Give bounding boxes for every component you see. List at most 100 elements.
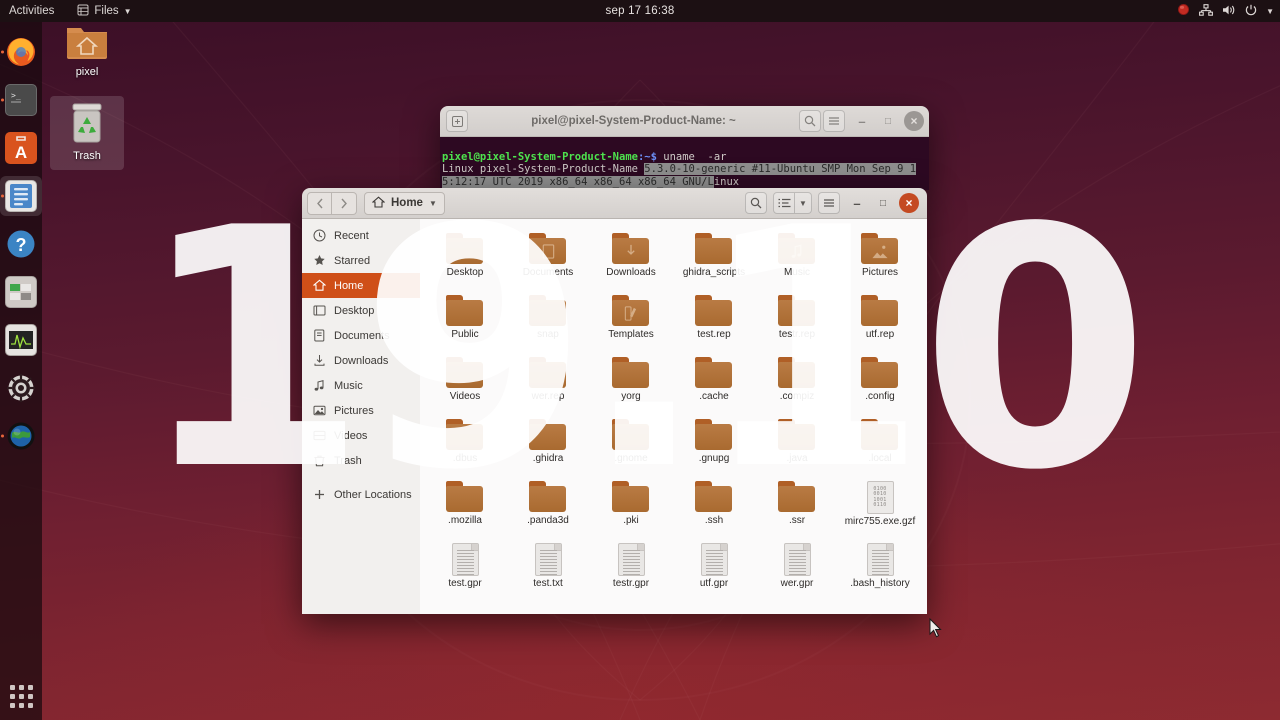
recording-indicator-icon[interactable] xyxy=(1177,3,1190,19)
dock-item-firefox[interactable] xyxy=(0,32,42,72)
sidebar-item-downloads[interactable]: Downloads xyxy=(302,348,420,373)
file-item[interactable]: ghidra_scripts xyxy=(673,229,755,291)
terminal-titlebar[interactable]: pixel@pixel-System-Product-Name: ~ – □ × xyxy=(440,106,929,137)
file-item[interactable]: .ssr xyxy=(756,477,838,539)
file-item[interactable]: utf.rep xyxy=(839,291,921,353)
file-item[interactable]: test.rep xyxy=(673,291,755,353)
sidebar-item-videos[interactable]: Videos xyxy=(302,423,420,448)
globe-icon xyxy=(5,420,37,452)
dock-item-software-updater[interactable] xyxy=(0,272,42,312)
close-button[interactable]: × xyxy=(904,111,924,131)
desktop-icon-trash[interactable]: Trash xyxy=(50,96,124,170)
file-item[interactable]: testr.rep xyxy=(756,291,838,353)
file-item[interactable]: Templates xyxy=(590,291,672,353)
terminal-title: pixel@pixel-System-Product-Name: ~ xyxy=(531,115,736,127)
close-button[interactable]: × xyxy=(899,193,919,213)
volume-icon[interactable] xyxy=(1222,4,1236,19)
network-icon[interactable] xyxy=(1199,3,1214,19)
file-item[interactable]: .gnupg xyxy=(673,415,755,477)
apps-grid-icon xyxy=(9,684,33,708)
file-item[interactable]: 0100 0010 1001 0110 mirc755.exe.gzf xyxy=(839,477,921,539)
file-item[interactable]: .mozilla xyxy=(424,477,506,539)
file-item[interactable]: .compiz xyxy=(756,353,838,415)
sidebar-item-home[interactable]: Home xyxy=(302,273,420,298)
back-button[interactable] xyxy=(307,191,332,215)
file-item[interactable]: .panda3d xyxy=(507,477,589,539)
file-item[interactable]: Public xyxy=(424,291,506,353)
file-item[interactable]: .bash_history xyxy=(839,539,921,601)
sidebar-item-starred[interactable]: Starred xyxy=(302,248,420,273)
svg-text:A: A xyxy=(15,143,27,162)
file-item[interactable]: yorg xyxy=(590,353,672,415)
file-item[interactable]: testr.gpr xyxy=(590,539,672,601)
file-item[interactable]: .ssh xyxy=(673,477,755,539)
file-item[interactable]: Pictures xyxy=(839,229,921,291)
file-item[interactable]: Downloads xyxy=(590,229,672,291)
status-indicators[interactable]: ▼ xyxy=(1177,3,1274,19)
dock-item-terminal[interactable]: >_ xyxy=(0,80,42,120)
minimize-button[interactable]: – xyxy=(852,111,872,131)
list-view-icon[interactable] xyxy=(773,192,795,214)
file-item[interactable]: test.gpr xyxy=(424,539,506,601)
file-label: Music xyxy=(783,267,811,278)
file-item[interactable]: wer.rep xyxy=(507,353,589,415)
file-item[interactable]: .config xyxy=(839,353,921,415)
sidebar-item-documents[interactable]: Documents xyxy=(302,323,420,348)
show-applications-button[interactable] xyxy=(0,672,42,720)
file-item[interactable]: snap xyxy=(507,291,589,353)
file-item[interactable]: .ghidra xyxy=(507,415,589,477)
view-dropdown-chevron-down-icon[interactable]: ▼ xyxy=(795,192,812,214)
files-titlebar[interactable]: Home ▼ ▼ – □ × xyxy=(302,188,927,219)
minimize-button[interactable]: – xyxy=(847,193,867,213)
path-bar-home[interactable]: Home ▼ xyxy=(364,191,445,215)
file-item[interactable]: Documents xyxy=(507,229,589,291)
sidebar-item-label: Videos xyxy=(334,429,368,442)
chevron-down-icon[interactable]: ▼ xyxy=(1266,7,1274,16)
file-item[interactable]: .gnome xyxy=(590,415,672,477)
file-item[interactable]: wer.gpr xyxy=(756,539,838,601)
dock-item-help[interactable]: ? xyxy=(0,224,42,264)
file-item[interactable]: Music xyxy=(756,229,838,291)
file-item[interactable]: .dbus xyxy=(424,415,506,477)
forward-button[interactable] xyxy=(332,191,357,215)
file-label: mirc755.exe.gzf xyxy=(844,516,916,527)
hamburger-menu-icon[interactable] xyxy=(823,110,845,132)
svg-text:>_: >_ xyxy=(11,91,21,100)
search-icon[interactable] xyxy=(745,192,767,214)
dock-item-ubuntu-software[interactable]: A xyxy=(0,128,42,168)
sidebar-item-trash[interactable]: Trash xyxy=(302,448,420,473)
dock-item-files[interactable] xyxy=(0,176,42,216)
file-item[interactable]: utf.gpr xyxy=(673,539,755,601)
sidebar-item-label: Starred xyxy=(334,254,371,267)
sidebar-item-pictures[interactable]: Pictures xyxy=(302,398,420,423)
file-item[interactable]: Videos xyxy=(424,353,506,415)
files-window[interactable]: Home ▼ ▼ – □ × Recent Starred Home Deskt… xyxy=(302,188,927,614)
file-item[interactable]: .local xyxy=(839,415,921,477)
file-item[interactable]: .pki xyxy=(590,477,672,539)
dock-item-settings[interactable] xyxy=(0,368,42,408)
maximize-button[interactable]: □ xyxy=(873,193,893,213)
sidebar-item-label: Documents xyxy=(334,329,390,342)
sidebar-item-recent[interactable]: Recent xyxy=(302,223,420,248)
file-item[interactable]: test.txt xyxy=(507,539,589,601)
sidebar-item-other-locations[interactable]: Other Locations xyxy=(302,482,420,507)
power-icon[interactable] xyxy=(1245,4,1257,19)
sidebar-item-desktop[interactable]: Desktop xyxy=(302,298,420,323)
search-icon[interactable] xyxy=(799,110,821,132)
navigation-buttons[interactable] xyxy=(307,191,357,215)
file-item[interactable]: .cache xyxy=(673,353,755,415)
file-list-area[interactable]: Desktop Documents Downloads ghidra_scripts M… xyxy=(420,219,927,614)
file-item[interactable]: .java xyxy=(756,415,838,477)
desktop-icon-pixel[interactable]: pixel xyxy=(50,24,124,78)
terminal-output[interactable]: pixel@pixel-System-Product-Name:~$ uname… xyxy=(440,137,929,190)
file-item[interactable]: Desktop xyxy=(424,229,506,291)
dock-item-system-monitor[interactable] xyxy=(0,320,42,360)
hamburger-menu-icon[interactable] xyxy=(818,192,840,214)
new-tab-icon[interactable] xyxy=(446,110,468,132)
terminal-window[interactable]: pixel@pixel-System-Product-Name: ~ – □ ×… xyxy=(440,106,929,190)
maximize-button[interactable]: □ xyxy=(878,111,898,131)
sidebar-item-music[interactable]: Music xyxy=(302,373,420,398)
clock-button[interactable]: sep 17 16:38 xyxy=(0,5,1280,17)
folder-icon xyxy=(528,233,568,265)
dock-item-globe-app[interactable] xyxy=(0,416,42,456)
